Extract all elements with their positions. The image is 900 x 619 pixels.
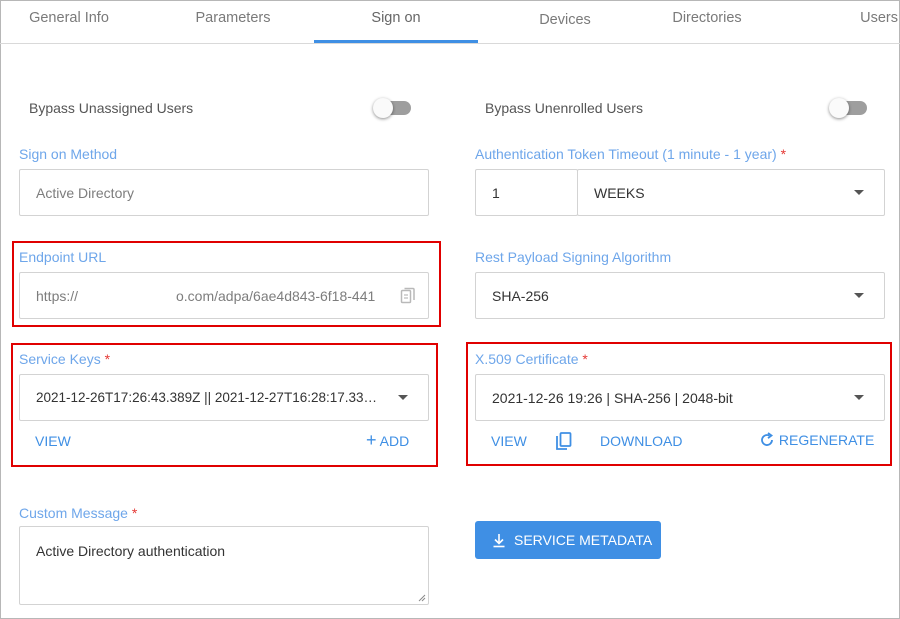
required-mark: * xyxy=(780,146,787,162)
auth-timeout-unit-select[interactable]: WEEKS xyxy=(577,169,885,216)
tab-bar: General Info Parameters Sign on Devices … xyxy=(0,0,900,44)
copy-icon[interactable] xyxy=(400,287,416,305)
rest-payload-label: Rest Payload Signing Algorithm xyxy=(475,249,672,265)
tab-sign-on[interactable]: Sign on xyxy=(314,0,478,43)
x509-regenerate-button[interactable]: REGENERATE xyxy=(759,432,874,448)
service-metadata-button[interactable]: SERVICE METADATA xyxy=(475,521,661,559)
endpoint-url-label: Endpoint URL xyxy=(19,249,107,265)
service-metadata-label: SERVICE METADATA xyxy=(514,532,653,548)
service-keys-select[interactable]: 2021-12-26T17:26:43.389Z || 2021-12-27T1… xyxy=(19,374,429,421)
x509-label-text: X.509 Certificate xyxy=(475,351,579,367)
plus-icon: + xyxy=(366,430,377,450)
download-icon xyxy=(493,534,505,548)
x509-label: X.509 Certificate * xyxy=(475,351,588,367)
auth-timeout-label: Authentication Token Timeout (1 minute -… xyxy=(475,146,786,162)
endpoint-url-suffix: o.com/adpa/6ae4d843-6f18-441 xyxy=(176,288,376,304)
chevron-down-icon xyxy=(854,395,864,400)
required-mark: * xyxy=(131,505,138,521)
custom-message-label-text: Custom Message xyxy=(19,505,128,521)
auth-timeout-amount-value: 1 xyxy=(492,185,500,201)
service-keys-view-link[interactable]: VIEW xyxy=(35,433,71,449)
x509-view-link[interactable]: VIEW xyxy=(491,433,527,449)
required-mark: * xyxy=(104,351,111,367)
service-keys-add-button[interactable]: + ADD xyxy=(366,430,410,450)
sign-on-method-field[interactable]: Active Directory xyxy=(19,169,429,216)
rest-payload-value: SHA-256 xyxy=(492,288,549,304)
tab-directories[interactable]: Directories xyxy=(652,0,762,40)
toggle-knob xyxy=(373,98,393,118)
auth-timeout-label-text: Authentication Token Timeout (1 minute -… xyxy=(475,146,777,162)
bypass-unenrolled-label: Bypass Unenrolled Users xyxy=(485,100,643,116)
auth-timeout-unit-value: WEEKS xyxy=(594,185,645,201)
bypass-unassigned-toggle[interactable] xyxy=(373,98,411,118)
chevron-down-icon xyxy=(854,293,864,298)
toggle-knob xyxy=(829,98,849,118)
redacted-area xyxy=(90,283,182,309)
sign-on-method-label: Sign on Method xyxy=(19,146,118,162)
resize-handle-icon[interactable] xyxy=(418,594,426,602)
chevron-down-icon xyxy=(854,190,864,195)
x509-regenerate-label: REGENERATE xyxy=(778,432,875,448)
service-keys-label-text: Service Keys xyxy=(19,351,101,367)
custom-message-textarea[interactable]: Active Directory authentication xyxy=(19,526,429,605)
copy-icon[interactable] xyxy=(555,432,573,452)
endpoint-url-prefix: https:// xyxy=(36,288,79,304)
auth-timeout-amount-input[interactable]: 1 xyxy=(475,169,578,216)
x509-value: 2021-12-26 19:26 | SHA-256 | 2048-bit xyxy=(492,390,733,406)
bypass-unenrolled-toggle[interactable] xyxy=(829,98,867,118)
service-keys-value: 2021-12-26T17:26:43.389Z || 2021-12-27T1… xyxy=(36,390,378,405)
tab-general-info[interactable]: General Info xyxy=(14,0,124,40)
endpoint-url-field[interactable]: https:// o.com/adpa/6ae4d843-6f18-441 xyxy=(19,272,429,319)
service-keys-add-label: ADD xyxy=(379,433,410,449)
bypass-unassigned-label: Bypass Unassigned Users xyxy=(29,100,194,116)
service-keys-label: Service Keys * xyxy=(19,351,110,367)
tab-users[interactable]: Users xyxy=(836,0,898,40)
chevron-down-icon xyxy=(398,395,408,400)
rest-payload-select[interactable]: SHA-256 xyxy=(475,272,885,319)
tab-parameters[interactable]: Parameters xyxy=(178,0,288,40)
tab-devices[interactable]: Devices xyxy=(510,2,620,42)
custom-message-label: Custom Message * xyxy=(19,505,137,521)
x509-download-link[interactable]: DOWNLOAD xyxy=(600,433,682,449)
regenerate-icon xyxy=(761,432,774,446)
x509-select[interactable]: 2021-12-26 19:26 | SHA-256 | 2048-bit xyxy=(475,374,885,421)
custom-message-value: Active Directory authentication xyxy=(36,543,226,559)
sign-on-method-value: Active Directory xyxy=(36,185,135,201)
required-mark: * xyxy=(582,351,588,367)
